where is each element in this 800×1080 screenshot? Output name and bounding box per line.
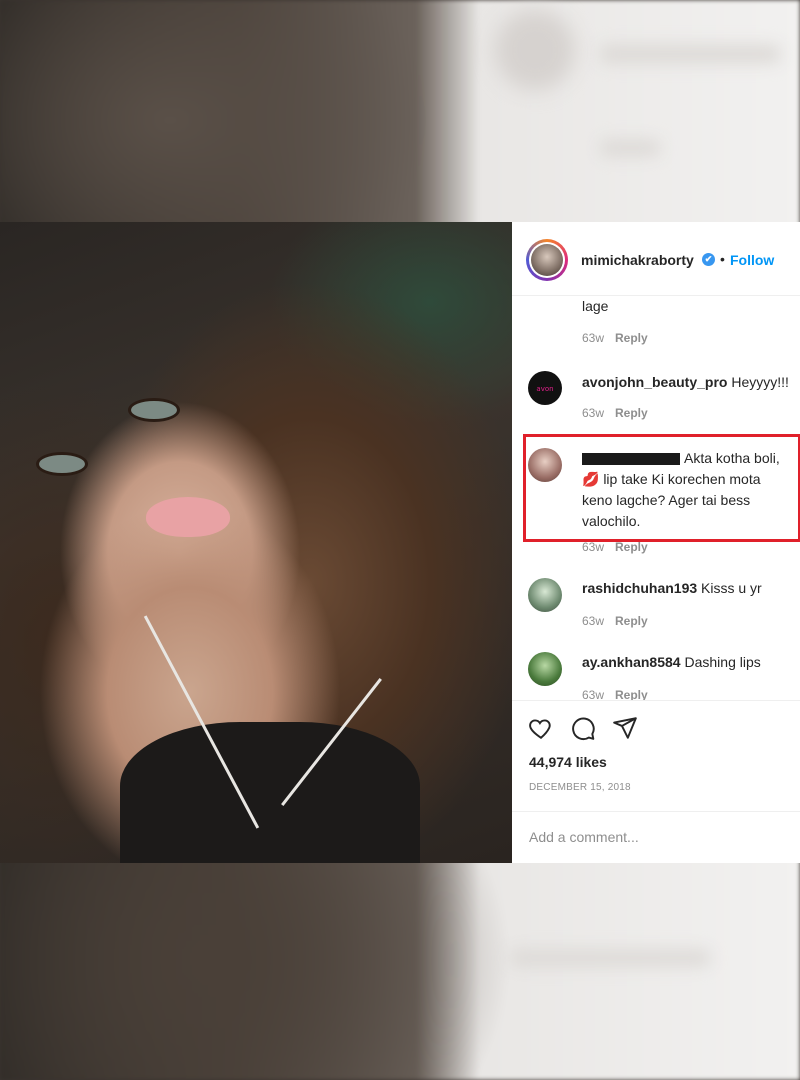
heart-icon[interactable] <box>528 715 554 741</box>
post-photo[interactable] <box>0 222 512 863</box>
comment-meta: 63w Reply <box>582 614 648 628</box>
comment-time: 63w <box>582 614 605 628</box>
post-date: DECEMBER 15, 2018 <box>529 782 631 793</box>
post-header: mimichakraborty ✔ • Follow <box>512 222 800 296</box>
follow-button[interactable]: Follow <box>730 252 774 268</box>
comment-text: ay.ankhan8584 Dashing lips <box>582 654 761 670</box>
verified-badge-icon: ✔ <box>702 253 715 266</box>
reply-button[interactable]: Reply <box>615 331 648 345</box>
blurred-avatar-ghost <box>495 10 575 90</box>
blurred-text-ghost <box>600 45 780 63</box>
comment-time: 63w <box>582 331 605 345</box>
like-count[interactable]: 44,974 likes <box>529 754 607 770</box>
add-comment-field[interactable]: Add a comment... <box>512 811 800 865</box>
photo-hoodie <box>120 722 420 863</box>
comment-username[interactable]: ay.ankhan8584 <box>582 654 681 670</box>
profile-avatar[interactable] <box>526 239 568 281</box>
comment-time: 63w <box>582 540 605 554</box>
commenter-avatar[interactable] <box>528 652 562 686</box>
comment-text: rashidchuhan193 Kisss u yr <box>582 580 762 596</box>
comment-bubble-icon[interactable] <box>570 715 596 741</box>
avatar-image <box>531 244 563 276</box>
highlight-box <box>523 434 800 542</box>
comment-username[interactable]: rashidchuhan193 <box>582 580 697 596</box>
reply-button[interactable]: Reply <box>615 406 648 420</box>
comment-meta: 63w Reply <box>582 331 648 345</box>
add-comment-placeholder: Add a comment... <box>529 829 639 845</box>
comment-meta: 63w Reply <box>582 406 648 420</box>
photo-lips <box>146 497 230 537</box>
comment-time: 63w <box>582 406 605 420</box>
blurred-text-ghost <box>600 140 660 156</box>
svg-text:avon: avon <box>536 385 553 393</box>
reply-button[interactable]: Reply <box>615 540 648 554</box>
comment-meta: 63w Reply <box>582 540 648 554</box>
blurred-text-ghost <box>510 950 710 966</box>
comment-username[interactable]: avonjohn_beauty_pro <box>582 374 727 390</box>
paper-plane-icon[interactable] <box>612 715 638 741</box>
post-side-panel: mimichakraborty ✔ • Follow lage 63w Reply… <box>512 222 800 863</box>
reply-button[interactable]: Reply <box>615 614 648 628</box>
comment-text: avonjohn_beauty_pro Heyyyy!!! <box>582 374 789 390</box>
post-username[interactable]: mimichakraborty <box>581 252 694 268</box>
post-actions: 44,974 likes DECEMBER 15, 2018 Add a com… <box>512 700 800 864</box>
commenter-avatar[interactable] <box>528 578 562 612</box>
photo-eye <box>36 452 88 476</box>
comment-text: lage <box>582 298 609 314</box>
comment-meta: 63w Reply <box>582 688 648 700</box>
header-separator: • <box>720 251 725 267</box>
reply-button[interactable]: Reply <box>615 688 648 700</box>
photo-eye <box>128 398 180 422</box>
commenter-avatar[interactable]: avon <box>528 371 562 405</box>
comment-time: 63w <box>582 688 605 700</box>
